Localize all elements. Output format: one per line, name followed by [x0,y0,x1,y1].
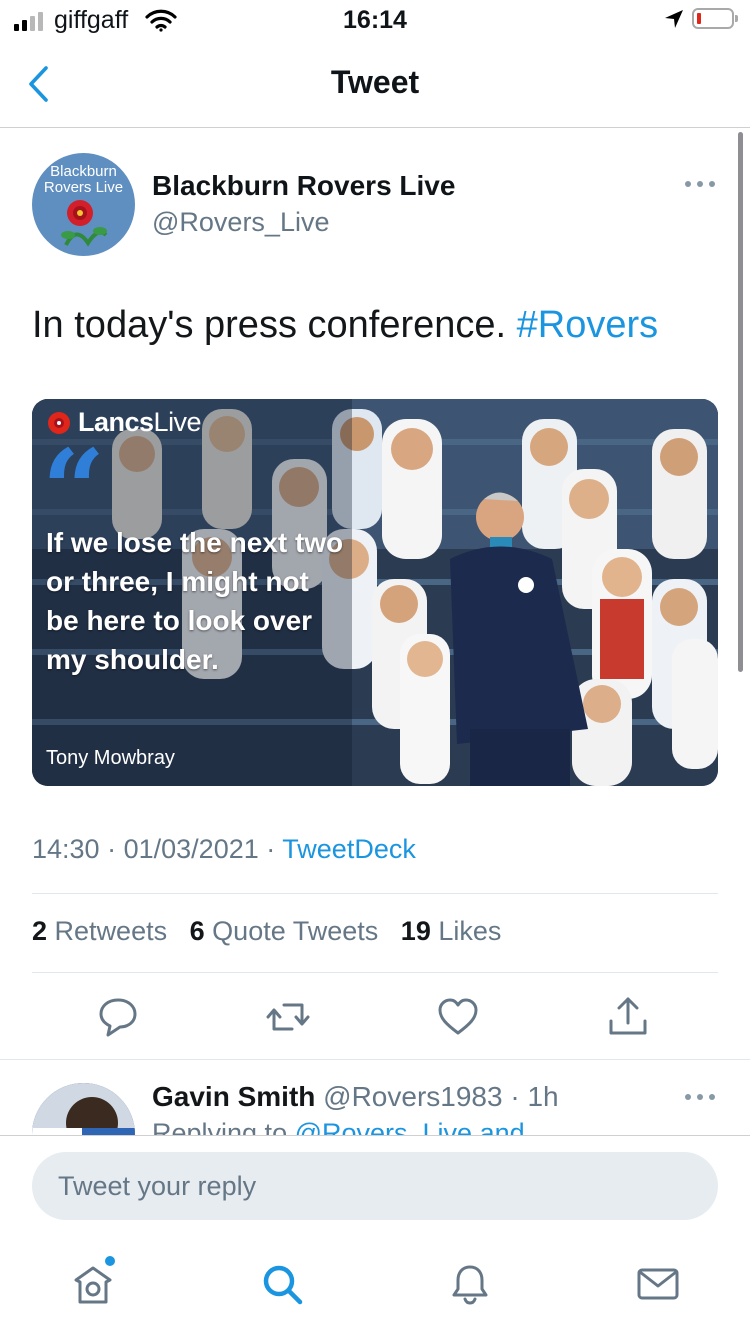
reply-author-handle[interactable]: @Rovers1983 [323,1081,502,1112]
meta-separator: · [266,834,276,864]
reply-separator: · [510,1081,520,1112]
likes-stat[interactable]: 19 Likes [401,916,502,946]
brand-light: Live [153,407,202,437]
quotes-count: 6 [189,916,205,946]
retweets-stat[interactable]: 2 Retweets [32,916,167,946]
reply-age: 1h [527,1081,559,1112]
tweet-time: 14:30 [32,834,100,864]
author-name[interactable]: Blackburn Rovers Live [152,170,455,202]
retweets-count: 2 [32,916,48,946]
author-avatar[interactable]: Blackburn Rovers Live [32,153,135,256]
tweet-text: In today's press conference. #Rovers [32,304,658,347]
image-quote-text: If we lose the next two or three, I migh… [46,527,344,675]
status-bar: giffgaff 16:14 [0,0,750,40]
author-handle[interactable]: @Rovers_Live [152,207,329,238]
meta-separator: · [107,834,117,864]
likes-count: 19 [400,916,431,946]
new-content-dot [105,1256,115,1266]
tweet-source-link[interactable]: TweetDeck [282,834,416,864]
red-rose-icon [61,200,108,247]
search-icon[interactable] [260,1262,304,1306]
likes-label: Likes [438,916,502,946]
divider [32,972,718,973]
messages-icon[interactable] [636,1262,680,1306]
tweet-image[interactable]: LancsLive “ If we lose the next two or t… [32,399,718,786]
reply-input[interactable] [32,1152,718,1220]
avatar-text-line2: Rovers Live [43,179,124,196]
like-icon[interactable] [436,995,480,1039]
tweet-stats: 2 Retweets 6 Quote Tweets 19 Likes [32,916,501,947]
battery-icon [692,8,738,29]
avatar-text-line1: Blackburn [50,163,117,180]
more-options-icon[interactable] [684,178,716,190]
retweet-icon[interactable] [266,995,310,1039]
divider [0,1059,750,1060]
hashtag-link[interactable]: #Rovers [517,304,659,346]
quote-tweets-stat[interactable]: 6 Quote Tweets [190,916,379,946]
share-icon[interactable] [606,995,650,1039]
tweet-timestamp: 14:30 · 01/03/2021 · TweetDeck [32,834,416,865]
reply-author-name[interactable]: Gavin Smith [152,1081,315,1112]
page-title: Tweet [330,64,420,100]
more-options-icon[interactable] [684,1091,716,1103]
retweets-label: Retweets [54,916,168,946]
status-time: 16:14 [343,6,407,34]
notifications-icon[interactable] [448,1262,492,1306]
tweet-body: In today's press conference. [32,304,517,346]
image-quote-author: Tony Mowbray [46,747,175,769]
quotes-label: Quote Tweets [212,916,379,946]
tweet-date: 01/03/2021 [123,834,259,864]
scrollbar[interactable] [738,132,743,672]
nav-divider [0,127,750,128]
reply-icon[interactable] [96,995,140,1039]
home-icon[interactable] [71,1262,115,1306]
reply-header: Gavin Smith @Rovers1983 · 1h [152,1081,559,1113]
location-arrow-icon [665,10,683,28]
divider [32,893,718,894]
